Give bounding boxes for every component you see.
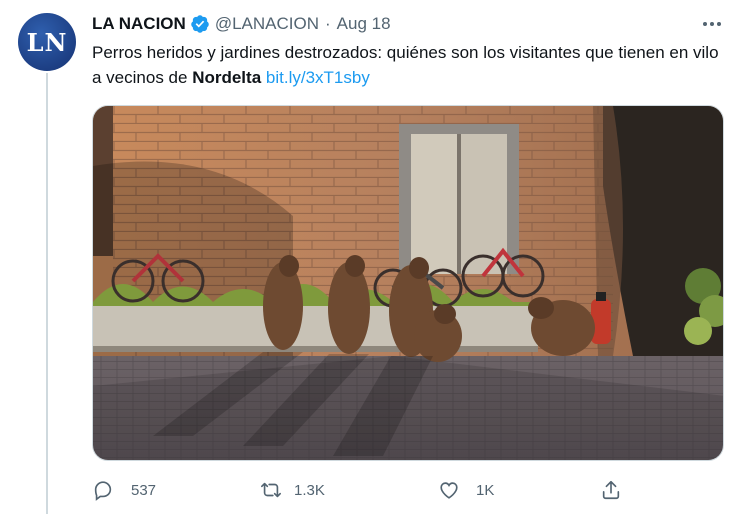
- tweet-header: LA NACION @LANACION · Aug 18: [92, 12, 391, 36]
- verified-badge-icon: [190, 14, 210, 34]
- retweet-count: 1.3K: [294, 481, 325, 499]
- retweet-button[interactable]: 1.3K: [260, 476, 325, 504]
- share-icon: [600, 479, 622, 501]
- avatar-column: LN: [18, 13, 76, 71]
- more-dots-icon: [703, 22, 721, 26]
- tweet-date[interactable]: Aug 18: [337, 14, 391, 34]
- share-button[interactable]: [600, 476, 622, 504]
- author-display-name[interactable]: LA NACION: [92, 14, 186, 34]
- tweet-text-body: Perros heridos y jardines destrozados: q…: [92, 43, 719, 87]
- reply-icon: [92, 479, 114, 501]
- tweet-text-bold: Nordelta: [192, 68, 262, 87]
- tweet-link[interactable]: bit.ly/3xT1sby: [266, 68, 370, 87]
- avatar[interactable]: LN: [18, 13, 76, 71]
- tweet[interactable]: LN LA NACION @LANACION · Aug 18 Perros h…: [0, 0, 739, 514]
- reply-count: 537: [131, 481, 157, 499]
- author-handle[interactable]: @LANACION: [215, 14, 319, 34]
- retweet-icon: [260, 479, 282, 501]
- header-separator: ·: [324, 14, 331, 33]
- reply-button[interactable]: 537: [92, 476, 156, 504]
- more-options-button[interactable]: [700, 14, 724, 34]
- heart-icon: [438, 479, 460, 501]
- like-count: 1K: [476, 481, 495, 499]
- tweet-actions: 537 1.3K 1K: [92, 476, 632, 504]
- avatar-initials: LN: [26, 27, 68, 57]
- like-button[interactable]: 1K: [438, 476, 494, 504]
- tweet-media-photo[interactable]: [92, 105, 724, 461]
- capybara-photo-icon: [93, 106, 723, 460]
- tweet-text: Perros heridos y jardines destrozados: q…: [92, 40, 732, 90]
- thread-line: [46, 73, 48, 514]
